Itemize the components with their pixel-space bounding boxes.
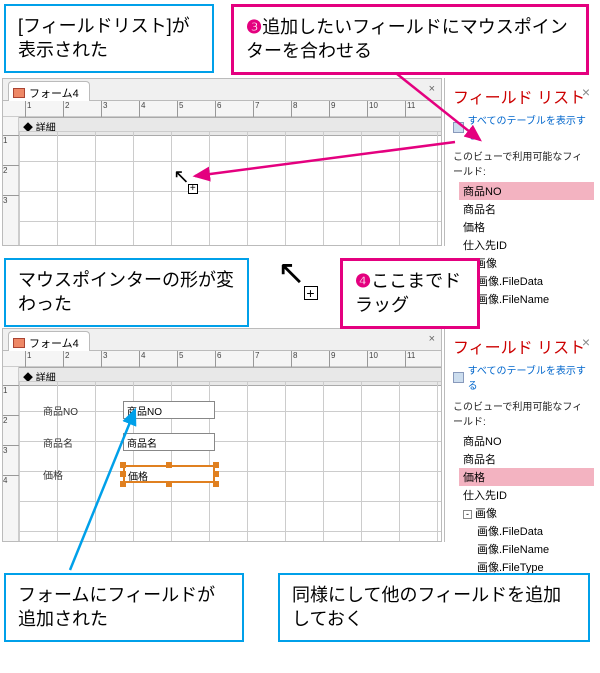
callout-field-list-shown: [フィールドリスト]が表示された — [4, 4, 214, 73]
callout-pointer-changed: マウスポインターの形が変わった — [4, 258, 249, 327]
control-shohin-no[interactable]: 商品NO — [123, 401, 215, 419]
field-item-image-filedata[interactable]: 画像.FileData — [473, 272, 594, 290]
form-icon — [13, 338, 25, 348]
tab-bar: フォーム4 × — [3, 79, 441, 101]
callout-fields-added: フォームにフィールドが追加された — [4, 573, 244, 642]
close-icon[interactable]: × — [582, 84, 590, 100]
control-shohin-mei[interactable]: 商品名 — [123, 433, 215, 451]
step-3-text: 追加したいフィールドにマウスポインターを合わせる — [246, 17, 568, 61]
close-icon[interactable]: × — [429, 333, 435, 345]
callout-repeat-for-others: 同様にして他のフィールドを追加しておく — [278, 573, 590, 642]
field-item-kakaku[interactable]: 価格 — [459, 468, 594, 486]
field-list-pane-1: フィールド リスト × すべてのテーブルを表示する このビューで利用可能なフィー… — [444, 78, 598, 246]
field-item-shohin-mei[interactable]: 商品名 — [459, 450, 594, 468]
tab-bar: フォーム4 × — [3, 329, 441, 351]
callout-step-3: ❸追加したいフィールドにマウスポインターを合わせる — [231, 4, 589, 75]
field-item-shohin-no[interactable]: 商品NO — [459, 432, 594, 450]
design-grid[interactable]: 商品NO 商品NO 商品名 商品名 価格 価格 — [19, 381, 441, 541]
tab-form[interactable]: フォーム4 — [8, 81, 90, 101]
field-list-title: フィールド リスト — [445, 328, 598, 360]
step-3-num: ❸ — [246, 17, 262, 37]
close-icon[interactable]: × — [582, 334, 590, 350]
drag-cursor-icon: ↖+ — [173, 167, 200, 187]
show-all-tables-link[interactable]: すべてのテーブルを表示する — [445, 110, 598, 146]
form-icon — [13, 88, 25, 98]
ruler-horizontal: 1234567891011 — [3, 101, 441, 117]
tables-icon — [453, 122, 464, 133]
label-kakaku[interactable]: 価格 — [43, 467, 63, 482]
close-icon[interactable]: × — [429, 83, 435, 95]
ruler-vertical: 1234 — [3, 367, 19, 541]
callout-step-4: ❹ここまでドラッグ — [340, 258, 480, 329]
step-4-text: ここまでドラッグ — [355, 271, 461, 315]
field-item-image-filename[interactable]: 画像.FileName — [473, 290, 594, 308]
field-item-shohin-no[interactable]: 商品NO — [459, 182, 594, 200]
field-list-pane-2: フィールド リスト × すべてのテーブルを表示する このビューで利用可能なフィー… — [444, 328, 598, 542]
field-item-shiiresaki[interactable]: 仕入先ID — [459, 486, 594, 504]
field-item-shohin-mei[interactable]: 商品名 — [459, 200, 594, 218]
available-fields-label: このビューで利用可能なフィールド: — [445, 396, 598, 430]
label-shohin-mei[interactable]: 商品名 — [43, 435, 73, 450]
ruler-horizontal: 1234567891011 — [3, 351, 441, 367]
collapse-icon[interactable]: - — [463, 510, 472, 519]
field-item-image-filedata[interactable]: 画像.FileData — [473, 522, 594, 540]
label-shohin-no[interactable]: 商品NO — [43, 403, 78, 418]
field-item-image-group[interactable]: -画像 — [459, 504, 594, 522]
available-fields-label: このビューで利用可能なフィールド: — [445, 146, 598, 180]
ruler-vertical: 123 — [3, 117, 19, 245]
cursor-large-icon: ↖+ — [277, 256, 320, 290]
tables-icon — [453, 372, 464, 383]
field-list-title: フィールド リスト — [445, 78, 598, 110]
tab-form[interactable]: フォーム4 — [8, 331, 90, 351]
step-4-num: ❹ — [355, 271, 371, 291]
field-item-shiiresaki[interactable]: 仕入先ID — [459, 236, 594, 254]
show-all-tables-link[interactable]: すべてのテーブルを表示する — [445, 360, 598, 396]
design-grid[interactable] — [19, 131, 441, 245]
form-designer-pane-2: フォーム4 × 1234567891011 ◆ 詳細 1234 商品NO 商品N… — [2, 328, 442, 542]
field-item-kakaku[interactable]: 価格 — [459, 218, 594, 236]
field-item-image-filename[interactable]: 画像.FileName — [473, 540, 594, 558]
tab-label: フォーム4 — [29, 85, 79, 101]
field-tree[interactable]: 商品NO 商品名 価格 仕入先ID -画像 画像.FileData 画像.Fil… — [445, 430, 598, 584]
tab-label: フォーム4 — [29, 335, 79, 351]
form-designer-pane-1: フォーム4 × 1234567891011 ◆ 詳細 123 — [2, 78, 442, 246]
